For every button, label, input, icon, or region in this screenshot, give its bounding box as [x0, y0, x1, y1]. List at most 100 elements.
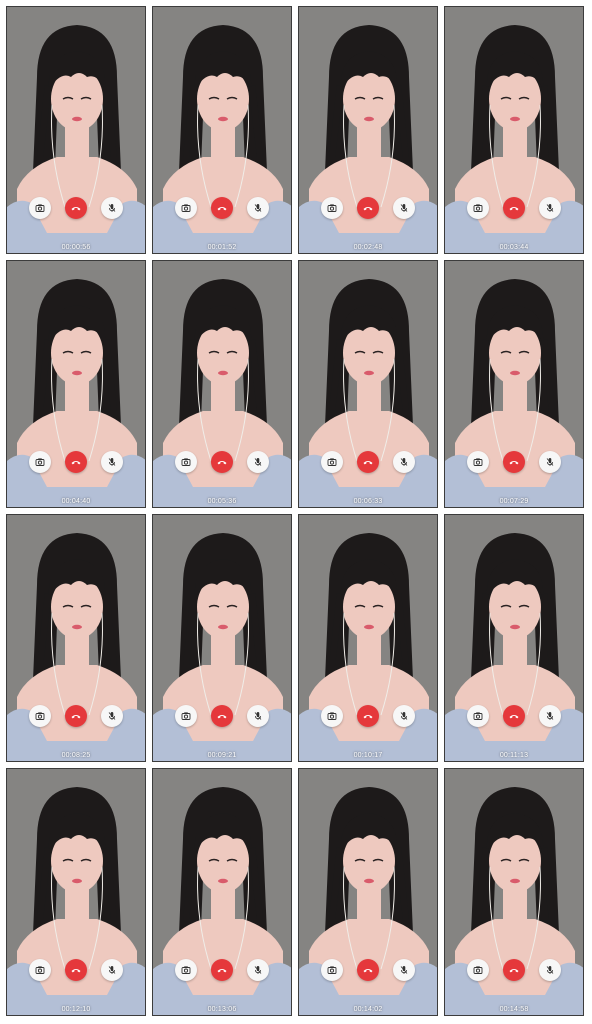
video-frame[interactable]: 00:06:33 — [298, 260, 438, 508]
mic-button[interactable] — [247, 705, 269, 727]
camera-button[interactable] — [29, 197, 51, 219]
call-timer: 00:03:44 — [499, 244, 529, 251]
mic-icon — [546, 458, 554, 466]
camera-icon — [181, 712, 191, 720]
end-call-icon — [71, 207, 81, 211]
call-timer: 00:09:21 — [207, 752, 237, 759]
video-frame[interactable]: 00:05:36 — [152, 260, 292, 508]
video-frame[interactable]: 00:14:02 — [298, 768, 438, 1016]
end-call-button[interactable] — [357, 705, 379, 727]
camera-button[interactable] — [29, 959, 51, 981]
end-call-button[interactable] — [211, 705, 233, 727]
call-controls — [445, 197, 583, 219]
camera-button[interactable] — [467, 197, 489, 219]
end-call-button[interactable] — [357, 959, 379, 981]
call-timer: 00:14:58 — [499, 1006, 529, 1013]
end-call-icon — [217, 461, 227, 465]
end-call-icon — [71, 969, 81, 973]
end-call-button[interactable] — [65, 959, 87, 981]
camera-button[interactable] — [175, 451, 197, 473]
mic-button[interactable] — [101, 959, 123, 981]
camera-icon — [181, 458, 191, 466]
end-call-button[interactable] — [357, 451, 379, 473]
video-frame[interactable]: 00:12:10 — [6, 768, 146, 1016]
call-timer: 00:07:29 — [499, 498, 529, 505]
video-frame[interactable]: 00:13:06 — [152, 768, 292, 1016]
mic-button[interactable] — [539, 451, 561, 473]
video-frame[interactable]: 00:00:56 — [6, 6, 146, 254]
camera-button[interactable] — [467, 705, 489, 727]
mic-button[interactable] — [539, 959, 561, 981]
call-controls — [153, 705, 291, 727]
camera-button[interactable] — [467, 959, 489, 981]
camera-button[interactable] — [467, 451, 489, 473]
end-call-icon — [71, 715, 81, 719]
mic-button[interactable] — [539, 705, 561, 727]
camera-button[interactable] — [175, 705, 197, 727]
mic-button[interactable] — [393, 197, 415, 219]
camera-button[interactable] — [175, 959, 197, 981]
end-call-icon — [217, 715, 227, 719]
camera-icon — [473, 458, 483, 466]
end-call-button[interactable] — [503, 959, 525, 981]
mic-icon — [546, 712, 554, 720]
mic-button[interactable] — [393, 705, 415, 727]
camera-icon — [327, 458, 337, 466]
call-controls — [445, 959, 583, 981]
end-call-button[interactable] — [503, 451, 525, 473]
video-frame[interactable]: 00:08:25 — [6, 514, 146, 762]
camera-button[interactable] — [321, 959, 343, 981]
mic-button[interactable] — [393, 451, 415, 473]
end-call-button[interactable] — [65, 451, 87, 473]
end-call-button[interactable] — [211, 959, 233, 981]
camera-button[interactable] — [29, 451, 51, 473]
video-frame[interactable]: 00:11:13 — [444, 514, 584, 762]
camera-icon — [327, 204, 337, 212]
mic-button[interactable] — [247, 959, 269, 981]
mic-button[interactable] — [393, 959, 415, 981]
end-call-icon — [363, 461, 373, 465]
mic-button[interactable] — [539, 197, 561, 219]
video-frame[interactable]: 00:14:58 — [444, 768, 584, 1016]
mic-button[interactable] — [247, 197, 269, 219]
mic-icon — [400, 204, 408, 212]
camera-button[interactable] — [321, 451, 343, 473]
camera-icon — [35, 204, 45, 212]
mic-button[interactable] — [101, 705, 123, 727]
end-call-button[interactable] — [503, 705, 525, 727]
mic-button[interactable] — [101, 451, 123, 473]
end-call-button[interactable] — [211, 197, 233, 219]
video-frame[interactable]: 00:10:17 — [298, 514, 438, 762]
video-frame[interactable]: 00:03:44 — [444, 6, 584, 254]
mic-button[interactable] — [247, 451, 269, 473]
call-controls — [445, 451, 583, 473]
call-timer: 00:00:56 — [61, 244, 91, 251]
call-timer: 00:13:06 — [207, 1006, 237, 1013]
video-frame[interactable]: 00:02:48 — [298, 6, 438, 254]
call-controls — [7, 959, 145, 981]
end-call-button[interactable] — [503, 197, 525, 219]
end-call-button[interactable] — [65, 705, 87, 727]
mic-icon — [546, 966, 554, 974]
end-call-button[interactable] — [65, 197, 87, 219]
call-timer: 00:11:13 — [499, 752, 529, 759]
call-controls — [299, 197, 437, 219]
video-frame[interactable]: 00:04:40 — [6, 260, 146, 508]
camera-button[interactable] — [29, 705, 51, 727]
camera-icon — [327, 712, 337, 720]
end-call-button[interactable] — [211, 451, 233, 473]
contact-sheet: 00:00:56 00:01:52 00:02:48 00:03:44 00:0… — [0, 0, 592, 1024]
camera-icon — [35, 966, 45, 974]
call-timer: 00:14:02 — [353, 1006, 383, 1013]
camera-button[interactable] — [321, 197, 343, 219]
video-frame[interactable]: 00:09:21 — [152, 514, 292, 762]
mic-button[interactable] — [101, 197, 123, 219]
video-frame[interactable]: 00:07:29 — [444, 260, 584, 508]
camera-button[interactable] — [175, 197, 197, 219]
camera-button[interactable] — [321, 705, 343, 727]
video-frame[interactable]: 00:01:52 — [152, 6, 292, 254]
mic-icon — [108, 204, 116, 212]
call-controls — [7, 197, 145, 219]
end-call-button[interactable] — [357, 197, 379, 219]
camera-icon — [473, 966, 483, 974]
